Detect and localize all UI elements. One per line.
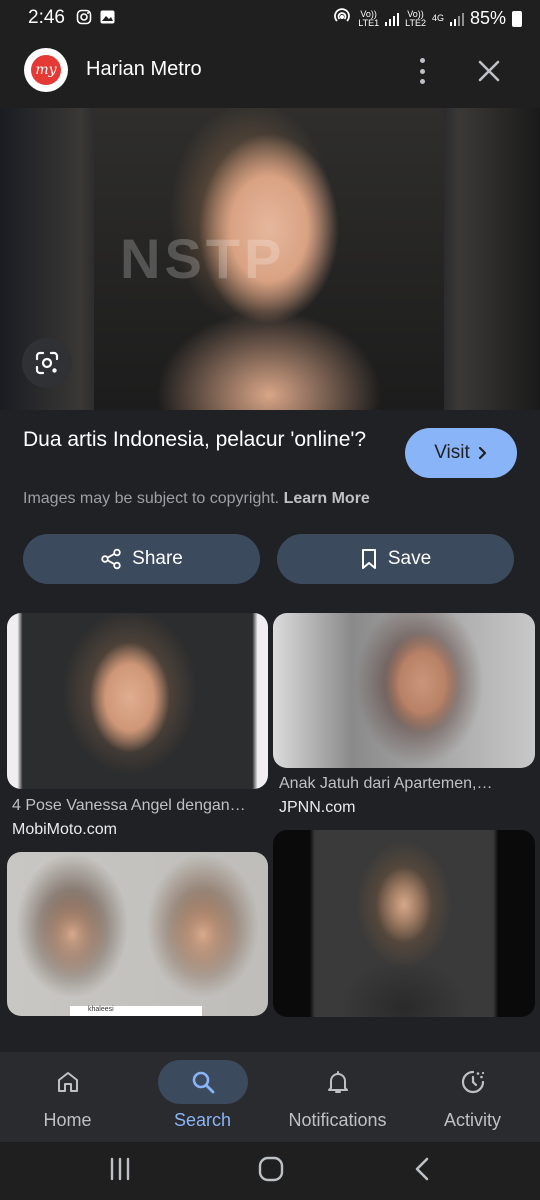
sim2-indicator: Vo)) LTE2 [405, 8, 426, 28]
related-source-1: MobiMoto.com [12, 821, 117, 838]
image-watermark: NSTP [120, 227, 286, 290]
share-button[interactable]: Share [23, 534, 260, 584]
instagram-icon [76, 9, 92, 30]
related-caption-2[interactable]: Anak Jatuh dari Apartemen,… [279, 775, 534, 793]
back-icon[interactable] [412, 1156, 432, 1187]
nav-home[interactable]: Home [0, 1052, 135, 1142]
share-icon [101, 548, 121, 570]
related-caption-1[interactable]: 4 Pose Vanessa Angel dengan… [12, 797, 267, 815]
battery-percent: 85% [469, 8, 506, 28]
site-logo: my [24, 48, 68, 92]
related-image-3-overlay: khaleesi [70, 1006, 202, 1016]
site-logo-mark: my [31, 55, 61, 85]
system-nav-bar [0, 1142, 540, 1200]
nav-notifications-pill [293, 1060, 383, 1104]
status-time: 2:46 [28, 7, 65, 28]
nav-home-pill [23, 1060, 113, 1104]
bookmark-icon [361, 549, 376, 569]
site-name: Harian Metro [86, 58, 202, 80]
home-button-icon[interactable] [258, 1156, 284, 1187]
related-image-1[interactable] [7, 613, 268, 789]
gallery-icon [100, 10, 115, 29]
chevron-right-icon [478, 446, 486, 460]
hotspot-icon [332, 7, 352, 30]
save-label: Save [387, 548, 432, 569]
nav-activity-label: Activity [443, 1110, 501, 1130]
lens-icon [35, 351, 59, 375]
app-header: my Harian Metro [0, 36, 540, 108]
related-image-2[interactable] [273, 613, 535, 768]
sim1-indicator: Vo)) LTE1 [358, 8, 380, 28]
nav-home-label: Home [43, 1110, 92, 1130]
search-icon [192, 1071, 214, 1094]
bottom-nav: Home Search Notifications Activity [0, 1052, 540, 1142]
save-button[interactable]: Save [277, 534, 514, 584]
related-image-4[interactable] [273, 830, 535, 1017]
network-type: 4G [431, 13, 444, 23]
related-image-3[interactable] [7, 852, 268, 1016]
home-icon [57, 1072, 78, 1092]
nav-search-pill [157, 1060, 248, 1104]
visit-button[interactable]: Visit [405, 428, 517, 478]
nav-notifications-label: Notifications [288, 1110, 387, 1130]
signal1-icon [385, 12, 400, 26]
lens-button[interactable] [22, 338, 72, 388]
nav-search-label: Search [173, 1110, 232, 1130]
more-options-icon[interactable] [408, 56, 436, 86]
nav-activity-pill [428, 1060, 518, 1104]
nav-notifications[interactable]: Notifications [270, 1052, 405, 1142]
recent-apps-icon[interactable] [108, 1157, 132, 1186]
result-title[interactable]: Dua artis Indonesia, pelacur 'online'? [23, 426, 383, 454]
related-source-2: JPNN.com [279, 799, 356, 816]
status-bar: 2:46 Vo)) LTE1 Vo)) LTE2 4G 85% [0, 0, 540, 36]
main-image-container[interactable]: NSTP [0, 108, 540, 410]
learn-more-link[interactable]: Learn More [284, 490, 370, 507]
nav-activity[interactable]: Activity [405, 1052, 540, 1142]
status-icons: Vo)) LTE1 Vo)) LTE2 4G 85% [332, 7, 522, 30]
nav-search[interactable]: Search [135, 1052, 270, 1142]
copyright-text: Images may be subject to copyright. [23, 490, 280, 507]
battery-icon [512, 10, 522, 27]
copyright-notice: Images may be subject to copyright. Lear… [23, 490, 370, 508]
visit-label: Visit [434, 442, 470, 463]
close-icon[interactable] [474, 56, 504, 86]
activity-icon [461, 1070, 484, 1094]
bell-icon [327, 1071, 348, 1093]
share-label: Share [132, 548, 183, 569]
signal2-icon [449, 12, 464, 26]
